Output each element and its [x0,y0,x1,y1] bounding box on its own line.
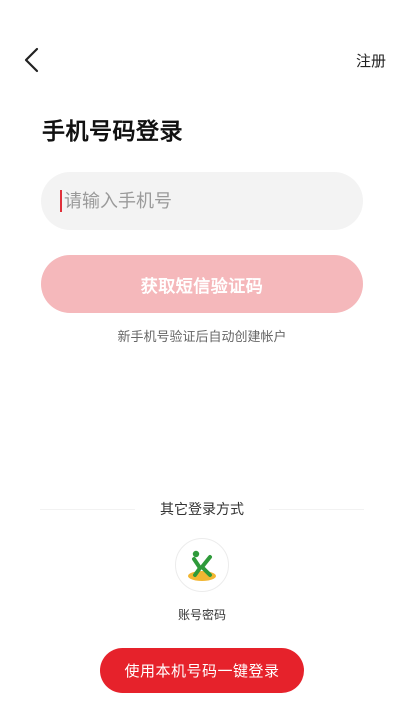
auto-create-account-hint: 新手机号验证后自动创建帐户 [117,330,287,345]
account-password-label: 账号密码 [177,608,226,622]
chevron-left-icon [24,47,39,73]
register-link[interactable]: 注册 [356,50,386,71]
page-title: 手机号码登录 [42,119,183,145]
account-password-logo-icon [188,550,216,581]
phone-input-container[interactable] [41,172,363,230]
other-login-divider: 其它登录方式 [40,497,364,521]
phone-number-input[interactable] [62,189,336,213]
account-password-login-option[interactable]: 账号密码 [170,538,234,630]
get-sms-code-button[interactable]: 获取短信验证码 [41,255,363,313]
back-button[interactable] [16,44,48,76]
text-caret [60,190,62,212]
divider-line-right [269,509,364,510]
account-password-icon[interactable] [175,538,229,592]
one-key-login-button[interactable]: 使用本机号码一键登录 [100,648,304,693]
